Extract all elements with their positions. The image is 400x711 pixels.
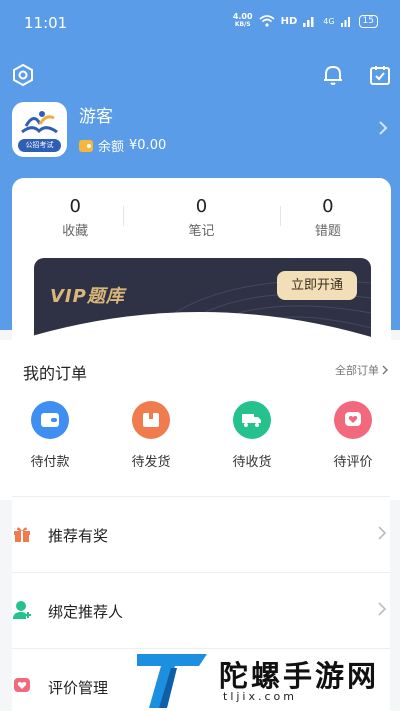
status-bar: 11:01 4.00 KB/S HD 4G 15	[0, 0, 400, 46]
order-pending-review[interactable]: 待评价	[313, 401, 393, 470]
order-label: 待发货	[131, 455, 171, 470]
truck-icon	[233, 401, 271, 439]
username: 游客	[79, 107, 113, 127]
balance[interactable]: 余额 ¥0.00	[79, 136, 166, 155]
stat-favorites[interactable]: 0 收藏	[12, 178, 138, 250]
balance-value: ¥0.00	[129, 138, 167, 153]
watermark-logo-icon	[137, 654, 207, 708]
signal-type: 4G	[323, 16, 335, 26]
all-orders-link[interactable]: 全部订单	[335, 362, 388, 378]
divider	[280, 206, 281, 226]
stat-count: 0	[322, 196, 334, 217]
orders-section: 我的订单 全部订单 待付款 待发货 待收货 待评价	[0, 340, 400, 500]
order-pending-payment[interactable]: 待付款	[10, 401, 90, 470]
menu-label: 评价管理	[48, 679, 109, 697]
stat-wrong-questions[interactable]: 0 错题	[265, 178, 391, 250]
heart-chat-icon	[12, 675, 32, 697]
battery-indicator: 15	[358, 14, 378, 28]
bell-icon	[324, 65, 342, 85]
order-label: 待付款	[30, 455, 70, 470]
vip-open-button[interactable]: 立即开通	[277, 271, 357, 300]
signal-icon-2	[340, 17, 350, 27]
stat-label: 收藏	[62, 224, 89, 239]
watermark-text: 陀螺手游网	[219, 659, 380, 693]
stat-label: 笔记	[188, 224, 215, 239]
menu-item-bind-referrer[interactable]: 绑定推荐人	[12, 572, 390, 648]
wallet-icon	[31, 401, 69, 439]
stat-notes[interactable]: 0 笔记	[138, 178, 264, 250]
wallet-icon	[79, 139, 93, 152]
watermark-url: tljix.com	[223, 690, 297, 703]
order-pending-shipment[interactable]: 待发货	[111, 401, 191, 470]
notification-button[interactable]	[320, 62, 346, 88]
settings-button[interactable]	[10, 62, 36, 88]
status-icons: 4.00 KB/S HD 4G 15	[233, 13, 378, 29]
menu-item-referral-reward[interactable]: 推荐有奖	[12, 496, 390, 572]
menu-label: 推荐有奖	[48, 527, 109, 545]
package-icon	[132, 401, 170, 439]
divider	[123, 206, 124, 226]
heart-chat-icon	[334, 401, 372, 439]
menu-label: 绑定推荐人	[48, 603, 124, 621]
balance-label: 余额	[98, 140, 125, 155]
stat-count: 0	[195, 196, 208, 217]
order-label: 待收货	[232, 455, 272, 470]
avatar[interactable]: 公招考试	[12, 102, 67, 157]
network-speed: 4.00 KB/S	[232, 12, 253, 29]
avatar-tag: 公招考试	[18, 139, 61, 152]
watermark: 陀螺手游网 tljix.com	[137, 650, 395, 708]
chevron-right-icon	[378, 526, 386, 540]
hexagon-settings-icon	[13, 63, 33, 87]
stats-row: 0 收藏 0 笔记 0 错题	[12, 178, 391, 250]
chevron-right-icon	[378, 602, 386, 616]
stat-count: 0	[69, 196, 81, 217]
order-pending-receipt[interactable]: 待收货	[212, 401, 292, 470]
signal-icon	[303, 17, 314, 27]
profile-row[interactable]: 公招考试 游客 余额 ¥0.00	[12, 98, 388, 162]
chevron-right-icon	[379, 121, 388, 135]
stat-label: 错题	[314, 224, 341, 239]
orders-title: 我的订单	[23, 364, 88, 383]
book-logo-icon	[21, 111, 58, 134]
gift-icon	[12, 523, 32, 545]
calendar-check-icon	[370, 66, 390, 85]
hd-indicator: HD	[280, 15, 298, 27]
status-time: 11:01	[24, 14, 68, 32]
order-label: 待评价	[333, 455, 373, 470]
checkin-button[interactable]	[367, 62, 393, 88]
chevron-right-icon	[382, 365, 388, 375]
user-plus-icon	[12, 599, 32, 621]
wifi-icon	[259, 15, 275, 27]
